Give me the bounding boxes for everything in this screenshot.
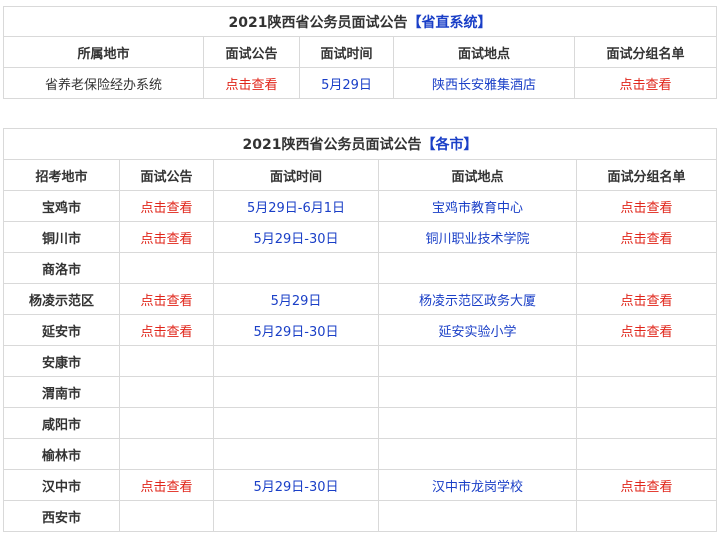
- place-cell: 延安实验小学: [378, 314, 577, 346]
- table-row: 渭南市: [3, 376, 718, 408]
- place-cell: 汉中市龙岗学校: [378, 469, 577, 501]
- groups-link[interactable]: 点击查看: [575, 469, 718, 501]
- place-cell: [378, 376, 577, 408]
- notice-link: [119, 407, 214, 439]
- table-row: 宝鸡市 点击查看 5月29日-6月1日 宝鸡市教育中心 点击查看: [3, 190, 718, 222]
- date-cell: 5月29日: [299, 67, 394, 99]
- table-row: 商洛市: [3, 252, 718, 284]
- city-cell: 商洛市: [3, 252, 120, 284]
- date-cell: 5月29日: [213, 283, 379, 315]
- notice-link[interactable]: 点击查看: [119, 190, 214, 222]
- place-cell: 陕西长安雅集酒店: [393, 67, 575, 99]
- table-title-text: 2021陕西省公务员面试公告: [228, 14, 408, 31]
- city-cell: 延安市: [3, 314, 120, 346]
- table-title-accent: 【各市】: [421, 137, 478, 153]
- header-row: 招考地市 面试公告 面试时间 面试地点 面试分组名单: [3, 159, 718, 191]
- date-cell: [213, 345, 379, 377]
- date-cell: [213, 252, 379, 284]
- column-header: 招考地市: [3, 159, 120, 191]
- table-title: 2021陕西省公务员面试公告【省直系统】: [2, 6, 718, 37]
- column-header: 所属地市: [3, 36, 204, 68]
- region-cell: 省养老保险经办系统: [3, 67, 204, 99]
- table-row: 咸阳市: [3, 407, 718, 439]
- city-cell: 安康市: [3, 345, 120, 377]
- table-title-text: 2021陕西省公务员面试公告: [242, 137, 422, 153]
- notice-link: [119, 252, 214, 284]
- notice-link: [119, 438, 214, 470]
- place-cell: [378, 438, 577, 470]
- place-cell: 宝鸡市教育中心: [378, 190, 577, 222]
- city-interview-table: 2021陕西省公务员面试公告【各市】 招考地市 面试公告 面试时间 面试地点 面…: [2, 128, 718, 532]
- table-title: 2021陕西省公务员面试公告【各市】: [2, 128, 718, 160]
- city-cell: 咸阳市: [3, 407, 120, 439]
- table-row: 杨凌示范区 点击查看 5月29日 杨凌示范区政务大厦 点击查看: [3, 283, 718, 315]
- place-cell: 杨凌示范区政务大厦: [378, 283, 577, 315]
- notice-link[interactable]: 点击查看: [119, 469, 214, 501]
- date-cell: [213, 438, 379, 470]
- column-header: 面试地点: [393, 36, 575, 68]
- column-header: 面试时间: [213, 159, 379, 191]
- groups-link[interactable]: 点击查看: [575, 190, 718, 222]
- groups-link: [575, 500, 718, 532]
- header-row: 所属地市 面试公告 面试时间 面试地点 面试分组名单: [3, 36, 718, 68]
- city-rows: 宝鸡市 点击查看 5月29日-6月1日 宝鸡市教育中心 点击查看 铜川市 点击查看 5月29日…: [3, 190, 718, 532]
- place-cell: [378, 500, 577, 532]
- city-cell: 渭南市: [3, 376, 120, 408]
- table-row: 安康市: [3, 345, 718, 377]
- column-header: 面试分组名单: [573, 36, 718, 68]
- table-row: 西安市: [3, 500, 718, 532]
- city-cell: 西安市: [3, 500, 120, 532]
- date-cell: [213, 500, 379, 532]
- column-header: 面试时间: [299, 36, 394, 68]
- table-row: 铜川市 点击查看 5月29日-30日 铜川职业技术学院 点击查看: [3, 221, 718, 253]
- city-cell: 榆林市: [3, 438, 120, 470]
- notice-link: [119, 376, 214, 408]
- place-cell: [378, 407, 577, 439]
- city-cell: 汉中市: [3, 469, 120, 501]
- groups-link[interactable]: 点击查看: [573, 67, 718, 99]
- notice-link: [119, 345, 214, 377]
- place-cell: [378, 345, 577, 377]
- groups-link[interactable]: 点击查看: [575, 221, 718, 253]
- city-cell: 铜川市: [3, 221, 120, 253]
- groups-link: [575, 376, 718, 408]
- table-row: 省养老保险经办系统 点击查看 5月29日 陕西长安雅集酒店 点击查看: [3, 67, 718, 99]
- column-header: 面试公告: [119, 159, 214, 191]
- groups-link: [575, 438, 718, 470]
- table-row: 榆林市: [3, 438, 718, 470]
- groups-link: [575, 252, 718, 284]
- table-row: 延安市 点击查看 5月29日-30日 延安实验小学 点击查看: [3, 314, 718, 346]
- date-cell: [213, 407, 379, 439]
- column-header: 面试公告: [203, 36, 300, 68]
- date-cell: 5月29日-6月1日: [213, 190, 379, 222]
- place-cell: 铜川职业技术学院: [378, 221, 577, 253]
- column-header: 面试地点: [378, 159, 577, 191]
- notice-link: [119, 500, 214, 532]
- place-cell: [378, 252, 577, 284]
- date-cell: 5月29日-30日: [213, 469, 379, 501]
- notice-link[interactable]: 点击查看: [119, 221, 214, 253]
- groups-link: [575, 407, 718, 439]
- notice-link[interactable]: 点击查看: [119, 283, 214, 315]
- city-cell: 宝鸡市: [3, 190, 120, 222]
- table-title-row: 2021陕西省公务员面试公告【各市】: [2, 128, 718, 160]
- date-cell: [213, 376, 379, 408]
- city-cell: 杨凌示范区: [3, 283, 120, 315]
- notice-link[interactable]: 点击查看: [119, 314, 214, 346]
- notice-link[interactable]: 点击查看: [203, 67, 300, 99]
- groups-link[interactable]: 点击查看: [575, 314, 718, 346]
- date-cell: 5月29日-30日: [213, 314, 379, 346]
- table-title-accent: 【省直系统】: [407, 14, 492, 31]
- table-row: 汉中市 点击查看 5月29日-30日 汉中市龙岗学校 点击查看: [3, 469, 718, 501]
- column-header: 面试分组名单: [575, 159, 718, 191]
- table-title-row: 2021陕西省公务员面试公告【省直系统】: [2, 6, 718, 37]
- groups-link: [575, 345, 718, 377]
- date-cell: 5月29日-30日: [213, 221, 379, 253]
- groups-link[interactable]: 点击查看: [575, 283, 718, 315]
- provincial-interview-table: 2021陕西省公务员面试公告【省直系统】 所属地市 面试公告 面试时间 面试地点…: [2, 6, 718, 99]
